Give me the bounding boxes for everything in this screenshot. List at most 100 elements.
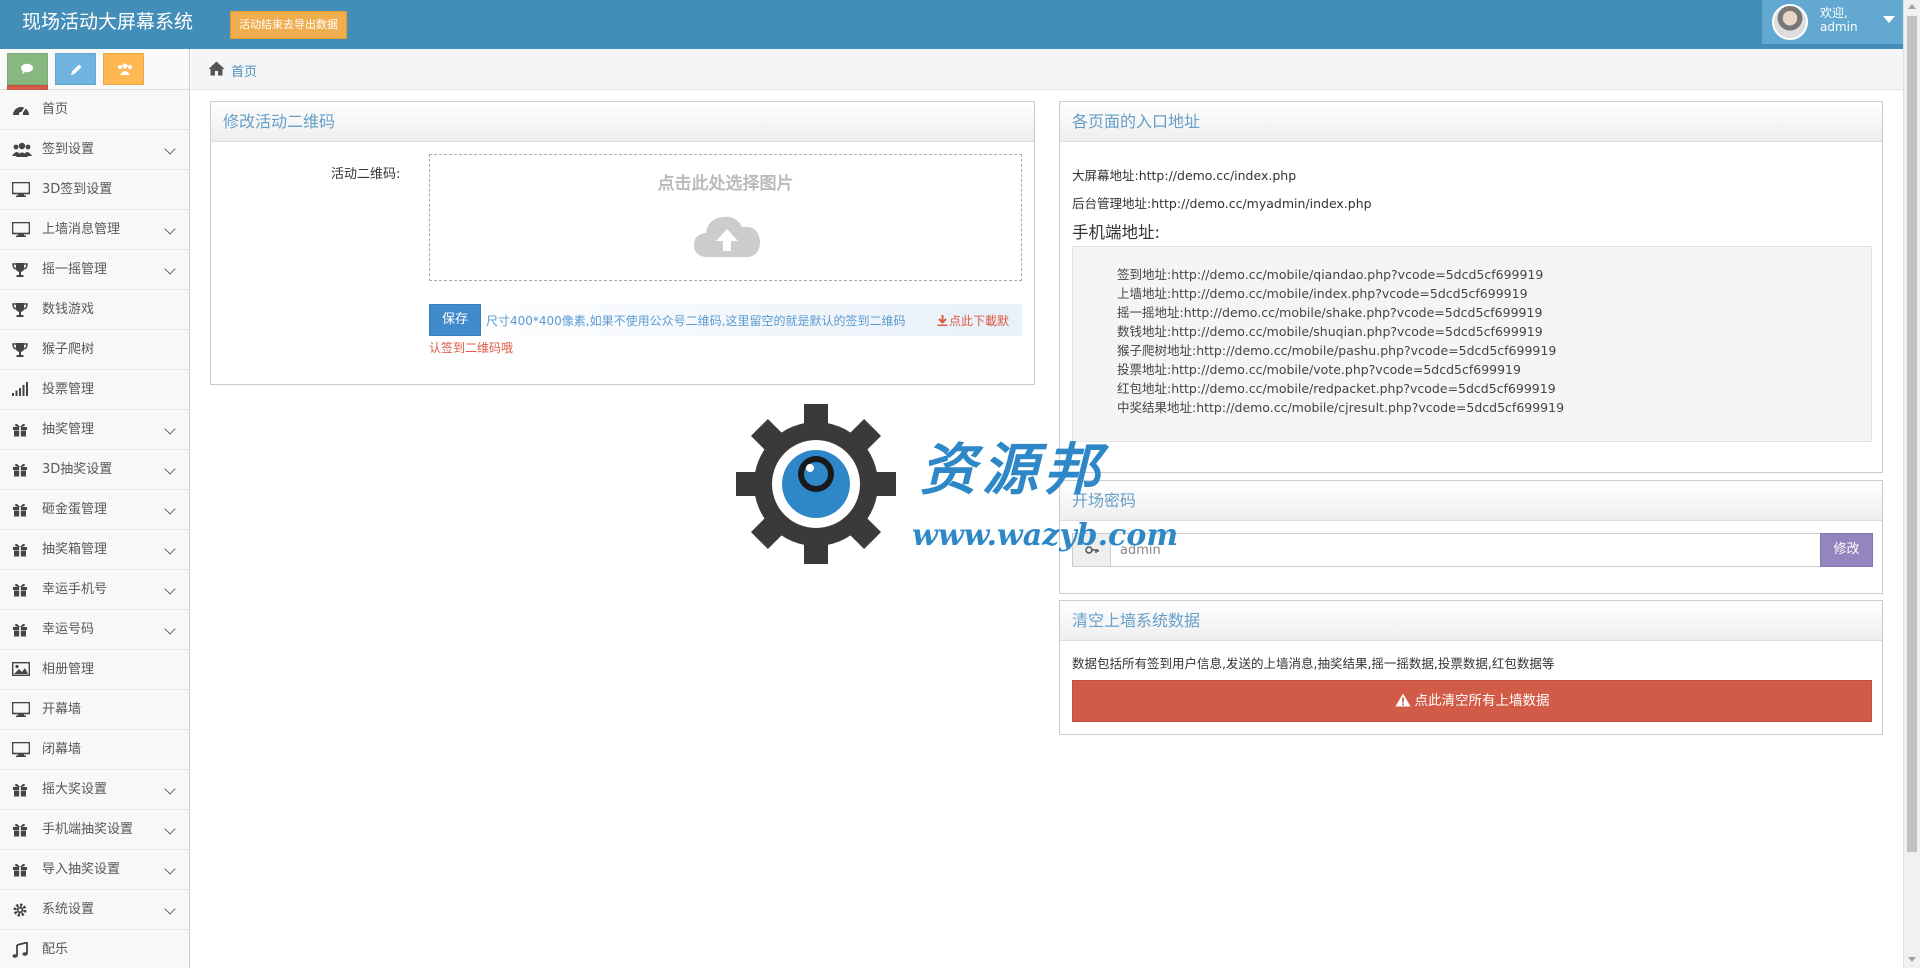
list-item: 摇一摇地址:http://demo.cc/mobile/shake.php?vc…	[1117, 305, 1543, 320]
screen-address: 大屏幕地址:http://demo.cc/index.php	[1072, 168, 1297, 183]
desktop-icon	[11, 221, 32, 238]
widget-header: 修改活动二维码	[211, 102, 1034, 142]
group-icon	[118, 63, 133, 75]
sidebar-item-0[interactable]: 首页	[0, 90, 189, 130]
chevron-down-icon	[164, 503, 176, 515]
chevron-down-icon	[164, 823, 176, 835]
sidebar-item-label: 抽奖管理	[42, 422, 95, 437]
sidebar-item-9[interactable]: 3D抽奖设置	[0, 450, 189, 490]
welcome-text: 欢迎,	[1820, 6, 1848, 20]
chevron-down-icon	[164, 543, 176, 555]
sidebar-item-label: 上墙消息管理	[42, 222, 121, 237]
sidebar-item-15[interactable]: 开幕墙	[0, 690, 189, 730]
widget-header: 各页面的入口地址	[1060, 102, 1882, 142]
caret-down-icon	[1883, 16, 1895, 23]
sidebar-item-18[interactable]: 手机端抽奖设置	[0, 810, 189, 850]
export-data-button[interactable]: 活动结束去导出数据	[230, 11, 347, 39]
desktop-icon	[11, 741, 32, 758]
edit-shortcut-button[interactable]	[55, 53, 97, 85]
users-icon	[12, 142, 32, 158]
watermark-text: 资源邦	[920, 437, 1106, 503]
sidebar-item-19[interactable]: 导入抽奖设置	[0, 850, 189, 890]
modify-password-button[interactable]: 修改	[1820, 533, 1873, 567]
avatar	[1772, 4, 1808, 40]
brand-title[interactable]: 现场活动大屏幕系统	[22, 10, 193, 34]
sidebar-item-label: 3D签到设置	[42, 182, 113, 197]
sidebar-item-10[interactable]: 砸金蛋管理	[0, 490, 189, 530]
home-icon	[208, 61, 225, 76]
sidebar-item-2[interactable]: 3D签到设置	[0, 170, 189, 210]
gift-icon	[12, 582, 32, 598]
sidebar-item-7[interactable]: 投票管理	[0, 370, 189, 410]
page-scrollbar[interactable]	[1903, 0, 1920, 968]
user-menu[interactable]: 欢迎, admin	[1762, 0, 1903, 44]
sidebar-item-5[interactable]: 数钱游戏	[0, 290, 189, 330]
sidebar-item-16[interactable]: 闭幕墙	[0, 730, 189, 770]
sidebar-item-label: 导入抽奖设置	[42, 862, 121, 877]
sidebar-item-17[interactable]: 摇大奖设置	[0, 770, 189, 810]
chevron-down-icon	[164, 623, 176, 635]
breadcrumb-home-link[interactable]: 首页	[231, 61, 257, 80]
download-default-qrcode-link[interactable]: 点此下載默	[949, 312, 1009, 329]
sidebar-item-label: 开幕墙	[42, 702, 82, 717]
sidebar-item-label: 幸运手机号	[42, 582, 108, 597]
chevron-down-icon	[164, 223, 176, 235]
opening-password-widget: 开场密码 修改	[1059, 480, 1883, 594]
sidebar-item-3[interactable]: 上墙消息管理	[0, 210, 189, 250]
sidebar-item-label: 闭幕墙	[42, 742, 82, 757]
widget-title: 各页面的入口地址	[1072, 112, 1201, 131]
chevron-down-icon	[164, 143, 176, 155]
sidebar-item-label: 摇大奖设置	[42, 782, 108, 797]
sidebar-menu: 首页 签到设置 3D签到设置 上墙消息管理 摇一摇管理数钱游戏猴子爬树投票管理抽奖管理 3…	[0, 90, 189, 968]
gift-icon	[12, 542, 32, 558]
trophy-icon	[12, 302, 32, 318]
widget-title: 清空上墙系统数据	[1072, 611, 1201, 630]
clear-all-data-button[interactable]: 点此清空所有上墙数据	[1072, 680, 1872, 722]
chevron-down-icon	[164, 583, 176, 595]
watermark-url: www.wazyb.com	[912, 518, 1179, 553]
sidebar-item-4[interactable]: 摇一摇管理	[0, 250, 189, 290]
sidebar-item-14[interactable]: 相册管理	[0, 650, 189, 690]
sidebar-item-21[interactable]: 配乐	[0, 930, 189, 968]
sidebar-shortcuts	[0, 49, 189, 117]
users-shortcut-button[interactable]	[103, 53, 145, 85]
save-button[interactable]: 保存	[429, 304, 481, 336]
clear-data-description: 数据包括所有签到用户信息,发送的上墙消息,抽奖结果,摇一摇数据,投票数据,红包数…	[1072, 656, 1555, 671]
entry-address-widget: 各页面的入口地址 大屏幕地址:http://demo.cc/index.php …	[1059, 101, 1883, 473]
sidebar-item-12[interactable]: 幸运手机号	[0, 570, 189, 610]
trophy-icon	[12, 342, 32, 358]
clear-data-widget: 清空上墙系统数据 数据包括所有签到用户信息,发送的上墙消息,抽奖结果,摇一摇数据…	[1059, 600, 1883, 735]
sidebar-item-label: 摇一摇管理	[42, 262, 108, 277]
comments-icon	[21, 63, 33, 74]
comments-shortcut-button[interactable]	[7, 53, 48, 85]
mobile-address-list: 签到地址:http://demo.cc/mobile/qiandao.php?v…	[1072, 246, 1872, 442]
password-field[interactable]	[1112, 534, 1812, 566]
qrcode-field-label: 活动二维码:	[331, 167, 401, 182]
sidebar-item-label: 幸运号码	[42, 622, 95, 637]
scroll-down-icon[interactable]	[1908, 957, 1916, 962]
chevron-down-icon	[164, 423, 176, 435]
gift-icon	[12, 502, 32, 518]
list-item: 数钱地址:http://demo.cc/mobile/shuqian.php?v…	[1117, 324, 1543, 339]
qrcode-help-text: 尺寸400*400像素,如果不使用公众号二维码,这里留空的就是默认的签到二维码	[486, 314, 906, 328]
sidebar-item-13[interactable]: 幸运号码	[0, 610, 189, 650]
breadcrumb: 首页	[191, 49, 1903, 90]
sidebar-item-label: 投票管理	[42, 382, 95, 397]
qrcode-upload-dropzone[interactable]: 点击此处选择图片	[429, 154, 1022, 281]
sidebar-item-11[interactable]: 抽奖箱管理	[0, 530, 189, 570]
chevron-down-icon	[164, 863, 176, 875]
sidebar-item-6[interactable]: 猴子爬树	[0, 330, 189, 370]
list-item: 上墙地址:http://demo.cc/mobile/index.php?vco…	[1117, 286, 1528, 301]
sidebar-item-label: 相册管理	[42, 662, 95, 677]
sidebar-item-label: 砸金蛋管理	[42, 502, 108, 517]
download-icon	[937, 315, 948, 326]
scroll-thumb[interactable]	[1907, 16, 1917, 852]
sidebar-item-8[interactable]: 抽奖管理	[0, 410, 189, 450]
sidebar-item-20[interactable]: 系统设置	[0, 890, 189, 930]
download-default-qrcode-link-cont[interactable]: 认签到二维码哦	[429, 339, 513, 356]
picture-icon	[11, 661, 32, 678]
sidebar-item-label: 猴子爬树	[42, 342, 95, 357]
sidebar-item-1[interactable]: 签到设置	[0, 130, 189, 170]
list-item: 红包地址:http://demo.cc/mobile/redpacket.php…	[1117, 381, 1556, 396]
scroll-up-icon[interactable]	[1908, 4, 1916, 9]
